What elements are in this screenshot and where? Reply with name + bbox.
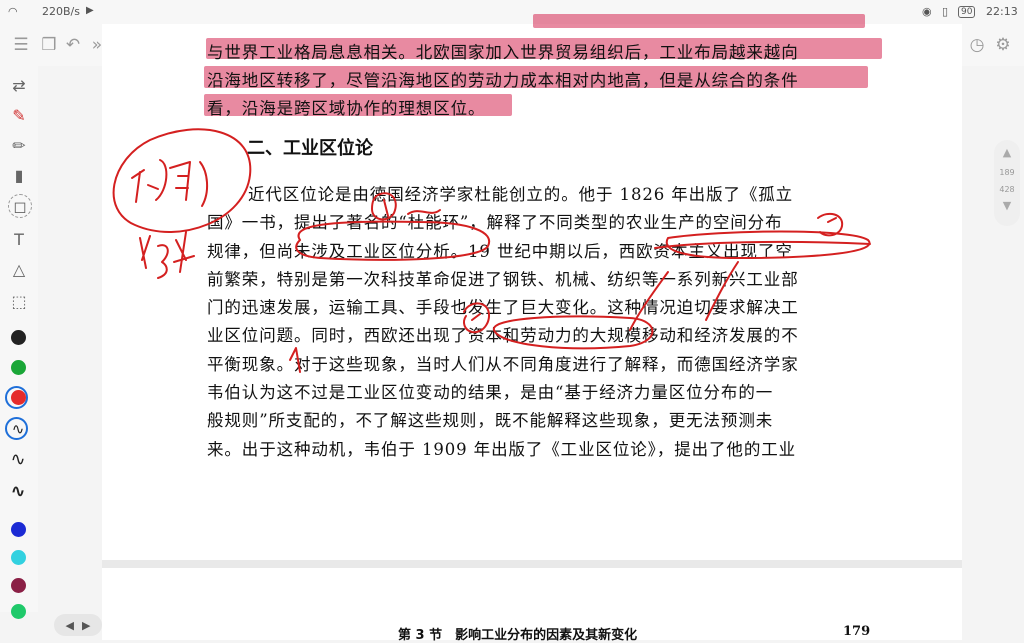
video-icon: ▶: [86, 5, 94, 16]
drawing-tools-sidebar: ⇄ ✎ ✏ ▮ ◻ T △ ⬚ ∿ ∿ ∿: [0, 66, 38, 619]
text-line: 门的迅速发展，运输工具、手段也发生了巨大变化。这种情况迫切要求解决工: [207, 298, 799, 317]
shape-tool-icon[interactable]: △: [6, 256, 32, 282]
page-gap: [102, 560, 962, 568]
text-line: 看，沿海是跨区域协作的理想区位。: [207, 99, 486, 118]
thin-stroke-icon[interactable]: ∿: [5, 418, 31, 440]
list-icon[interactable]: ☰: [8, 32, 34, 58]
lasso-select-icon[interactable]: ⬚: [6, 288, 32, 314]
text-line: 规律，但尚未涉及工业区位分析。19 世纪中期以后，西欧资本主义出现了空: [207, 242, 793, 261]
color-swatch[interactable]: [11, 550, 26, 565]
text-line: 平衡现象。对于这些现象，当时人们从不同角度进行了解释，而德国经济学家: [207, 355, 799, 374]
status-bar: ◠ 220B/s ▶ ◉ ▯ 90 22:13: [0, 0, 1024, 24]
undo-icon[interactable]: ↶: [60, 32, 86, 58]
thick-stroke-icon[interactable]: ∿: [5, 480, 31, 502]
next-page-icon[interactable]: ▶: [82, 619, 90, 632]
section-heading: 二、工业区位论: [247, 138, 373, 159]
prev-page-icon[interactable]: ◀: [66, 619, 74, 632]
net-speed: 220B/s: [42, 5, 80, 18]
pen-icon[interactable]: ✎: [6, 102, 32, 128]
text-line: 来。出于这种动机，韦伯于 1909 年出版了《工业区位论》，提出了他的工业: [207, 440, 797, 459]
text-line: 沿海地区转移了，尽管沿海地区的劳动力成本相对内地高，但是从综合的条件: [207, 71, 799, 90]
vibrate-icon: ▯: [942, 5, 949, 18]
color-swatch[interactable]: [11, 360, 26, 375]
medium-stroke-icon[interactable]: ∿: [5, 448, 31, 470]
color-swatch[interactable]: [11, 330, 26, 345]
text-highlight: [533, 14, 865, 28]
text-line: 般规则”所支配的，不了解这些规则，既不能解释这些现象，更无法预测未: [207, 411, 774, 430]
text-tool-icon[interactable]: T: [6, 226, 32, 252]
current-page-number: 189: [999, 168, 1015, 177]
pencil-icon[interactable]: ✏: [6, 132, 32, 158]
text-line: 国》一书，提出了著名的“杜能环”，解释了不同类型的农业生产的空间分布: [207, 213, 783, 232]
scroll-down-icon[interactable]: ▼: [1003, 199, 1011, 212]
wifi-icon: ◠: [8, 5, 18, 18]
total-pages-number: 428: [999, 185, 1015, 194]
text-line: 业区位问题。同时，西欧还出现了资本和劳动力的大规模移动和经济发展的不: [207, 326, 799, 345]
battery-indicator: 90: [958, 6, 976, 18]
marker-icon[interactable]: ▮: [6, 162, 32, 188]
color-swatch[interactable]: [11, 604, 26, 619]
layers-icon[interactable]: ❒: [36, 32, 62, 58]
page-footer-number: 179: [843, 624, 871, 639]
clock: 22:13: [986, 5, 1018, 18]
scroll-up-icon[interactable]: ▲: [1003, 146, 1011, 159]
history-icon[interactable]: ◷: [964, 32, 990, 58]
color-swatch[interactable]: [11, 522, 26, 537]
color-swatch[interactable]: [11, 390, 26, 405]
settings-icon[interactable]: ⚙: [990, 32, 1016, 58]
eye-icon: ◉: [922, 5, 932, 18]
text-line: 与世界工业格局息息相关。北欧国家加入世界贸易组织后，工业布局越来越向: [207, 43, 799, 62]
eraser-icon[interactable]: ◻: [8, 194, 32, 218]
text-line: 前繁荣，特别是第一次科技革命促进了钢铁、机械、纺织等一系列新兴工业部: [207, 270, 799, 289]
page-scroll-widget[interactable]: ▲ 189 428 ▼: [994, 140, 1020, 226]
page-nav-pill[interactable]: ◀ ▶: [54, 614, 102, 636]
text-line: 近代区位论是由德国经济学家杜能创立的。他于 1826 年出版了《孤立: [248, 185, 794, 204]
color-swatch[interactable]: [11, 578, 26, 593]
page-footer-section: 第 3 节 影响工业分布的因素及其新变化: [398, 628, 638, 643]
shapes-toggle-icon[interactable]: ⇄: [6, 72, 32, 98]
text-line: 韦伯认为这不过是工业区位变动的结果，是由“基于经济力量区位分布的一: [207, 383, 774, 402]
